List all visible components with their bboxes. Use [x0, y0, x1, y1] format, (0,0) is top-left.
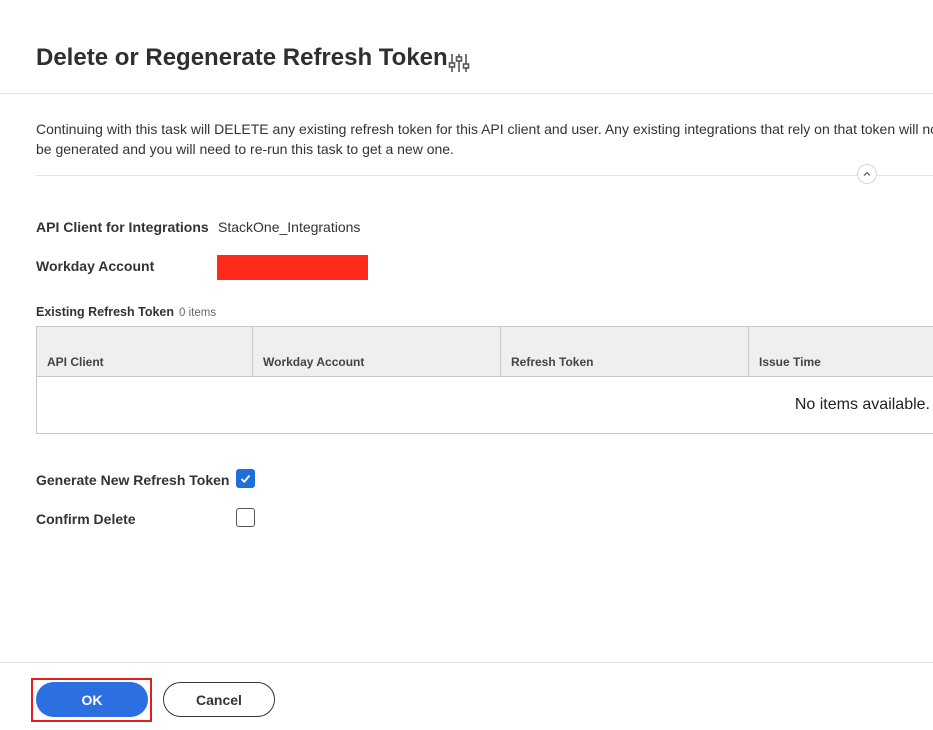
column-header-refresh-token[interactable]: Refresh Token: [501, 327, 749, 376]
confirm-delete-checkbox[interactable]: [236, 508, 255, 527]
generate-new-token-label: Generate New Refresh Token: [36, 472, 230, 488]
grid-header: API Client Workday Account Refresh Token…: [37, 327, 933, 377]
existing-refresh-token-label: Existing Refresh Token 0 items: [36, 305, 216, 319]
collapse-button[interactable]: [857, 164, 877, 184]
confirm-delete-label: Confirm Delete: [36, 511, 136, 527]
ok-button[interactable]: OK: [36, 682, 148, 717]
column-header-api-client[interactable]: API Client: [37, 327, 253, 376]
api-client-label: API Client for Integrations: [36, 219, 209, 235]
page-title: Delete or Regenerate Refresh Token: [36, 44, 448, 71]
task-description: Continuing with this task will DELETE an…: [36, 119, 933, 159]
existing-refresh-token-title: Existing Refresh Token: [36, 305, 174, 319]
description-line-1: Continuing with this task will DELETE an…: [36, 121, 933, 137]
api-client-value: StackOne_Integrations: [218, 219, 361, 235]
column-header-issue-time[interactable]: Issue Time: [749, 327, 933, 376]
workday-account-label: Workday Account: [36, 258, 155, 274]
column-header-workday-account[interactable]: Workday Account: [253, 327, 501, 376]
cancel-button[interactable]: Cancel: [163, 682, 275, 717]
description-line-2: be generated and you will need to re-run…: [36, 141, 454, 157]
section-divider: [36, 175, 933, 176]
refresh-token-grid: API Client Workday Account Refresh Token…: [36, 326, 933, 434]
checkmark-icon: [240, 474, 251, 484]
page-header: Delete or Regenerate Refresh Token: [0, 0, 933, 94]
item-count: 0 items: [179, 307, 217, 319]
chevron-up-icon: [863, 171, 871, 176]
workday-account-redacted-value: [217, 255, 368, 280]
generate-new-token-checkbox[interactable]: [236, 469, 255, 488]
settings-sliders-icon[interactable]: [448, 52, 470, 74]
empty-grid-message: No items available.: [794, 396, 930, 413]
